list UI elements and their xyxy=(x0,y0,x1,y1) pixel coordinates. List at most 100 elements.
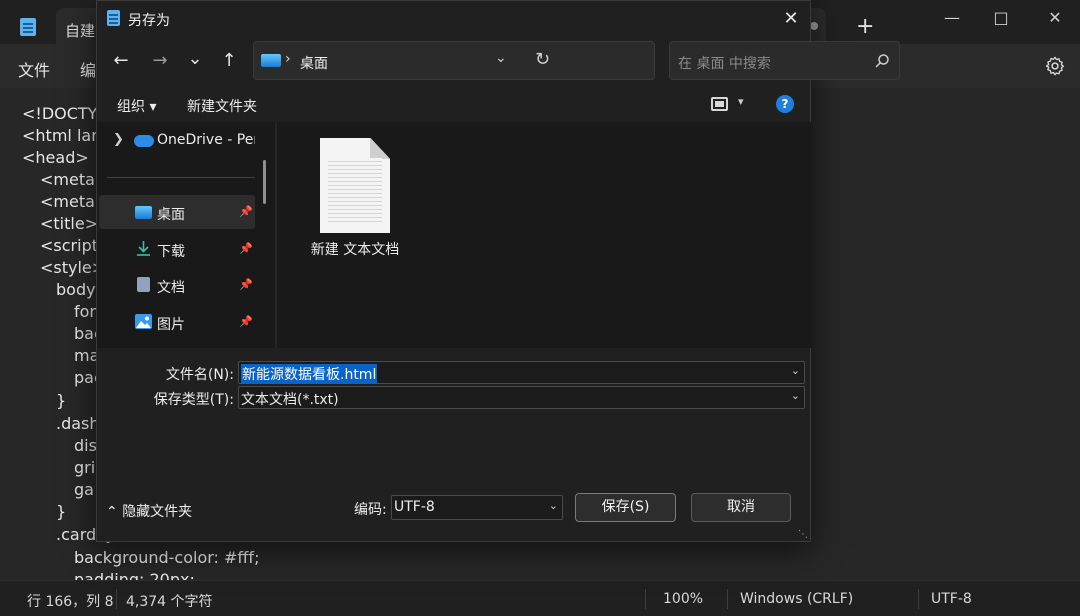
organize-menu[interactable]: 组织 ▾ xyxy=(117,96,156,116)
text-file-icon xyxy=(320,138,390,233)
filename-value: 新能源数据看板.html xyxy=(241,364,378,384)
status-encoding[interactable]: UTF-8 xyxy=(931,591,972,607)
nav-item-label: 下载 xyxy=(157,244,185,260)
filename-field[interactable]: 新能源数据看板.html ⌄ xyxy=(238,361,805,384)
nav-item-documents[interactable]: 文档 📌 xyxy=(99,268,255,302)
nav-onedrive[interactable]: OneDrive - Pers xyxy=(157,132,255,148)
nav-item-label: 文档 xyxy=(157,280,185,296)
pin-icon: 📌 xyxy=(239,242,253,255)
pin-icon: 📌 xyxy=(239,315,253,328)
encoding-dropdown-icon[interactable]: ⌄ xyxy=(549,499,558,512)
file-lines xyxy=(328,158,382,224)
filetype-select[interactable]: 文本文档(*.txt) ⌄ xyxy=(238,386,805,409)
pictures-icon xyxy=(135,314,152,329)
code-line: .dash xyxy=(56,414,100,433)
filename-dropdown-icon[interactable]: ⌄ xyxy=(791,364,800,377)
code-line: body xyxy=(56,280,96,299)
menu-edit[interactable]: 编 xyxy=(80,57,96,81)
code-line: } xyxy=(56,502,67,521)
dialog-title: 另存为 xyxy=(128,13,170,29)
encoding-label: 编码: xyxy=(354,502,387,518)
navigation-pane: ❯ OneDrive - Pers 桌面 📌 下载 📌 文档 📌 xyxy=(97,122,277,348)
code-line: for xyxy=(74,302,96,321)
download-icon xyxy=(137,241,150,256)
code-line: <meta xyxy=(40,192,95,211)
filename-label: 文件名(N): xyxy=(165,367,234,383)
filetype-dropdown-icon[interactable]: ⌄ xyxy=(791,389,800,402)
cursor-position: 行 166，列 8 xyxy=(27,594,114,610)
new-tab-icon[interactable]: + xyxy=(856,16,874,38)
nav-item-desktop[interactable]: 桌面 📌 xyxy=(99,195,255,229)
file-name: 新建 文本文档 xyxy=(310,242,400,258)
expand-chevron-icon[interactable]: ❯ xyxy=(113,132,124,147)
dialog-app-icon xyxy=(107,10,120,26)
code-line: <script xyxy=(40,236,98,255)
nav-divider xyxy=(107,177,255,178)
search-input[interactable]: 在 桌面 中搜索 xyxy=(678,53,771,73)
document-icon xyxy=(137,277,150,292)
unsaved-dot-icon xyxy=(810,22,818,30)
nav-item-label: 图片 xyxy=(157,317,185,333)
command-bar: 组织 ▾ 新建文件夹 ▾ ? xyxy=(97,87,812,122)
hide-folders-label: 隐藏文件夹 xyxy=(122,504,193,520)
new-folder-button[interactable]: 新建文件夹 xyxy=(187,96,257,116)
encoding-value: UTF-8 xyxy=(394,499,435,515)
code-line: background-color: #fff; xyxy=(74,548,260,567)
menu-file[interactable]: 文件 xyxy=(18,57,50,81)
encoding-select[interactable]: UTF-8 ⌄ xyxy=(391,495,563,520)
pin-icon: 📌 xyxy=(239,205,253,218)
breadcrumb-chevron-icon: › xyxy=(285,51,291,67)
view-dropdown-icon[interactable]: ▾ xyxy=(738,95,744,108)
line-ending[interactable]: Windows (CRLF) xyxy=(740,591,853,607)
onedrive-cloud-icon xyxy=(134,135,154,147)
desktop-icon xyxy=(135,206,152,219)
back-arrow-icon[interactable]: ← xyxy=(107,49,135,73)
file-list: 新建 文本文档 xyxy=(277,122,812,348)
nav-item-pictures[interactable]: 图片 📌 xyxy=(99,305,255,339)
desktop-icon xyxy=(261,54,281,67)
zoom-level[interactable]: 100% xyxy=(663,591,703,607)
up-arrow-icon[interactable]: ↑ xyxy=(215,49,243,73)
cancel-button[interactable]: 取消 xyxy=(691,493,791,522)
maximize-icon[interactable]: □ xyxy=(986,6,1016,30)
minimize-icon[interactable]: — xyxy=(937,6,967,30)
status-divider xyxy=(727,589,728,609)
nav-scrollbar[interactable] xyxy=(263,160,266,204)
code-line: <meta xyxy=(40,170,95,189)
code-line: ga xyxy=(74,480,94,499)
address-dropdown-icon[interactable]: ⌄ xyxy=(495,50,507,66)
save-button[interactable]: 保存(S) xyxy=(575,493,676,522)
resize-grip-icon[interactable]: ⋱ xyxy=(798,529,808,540)
notepad-app-icon xyxy=(20,18,36,36)
breadcrumb-desktop[interactable]: 桌面 xyxy=(300,53,328,73)
code-line: <html lan xyxy=(22,126,102,145)
code-line: <!DOCTY xyxy=(22,104,98,123)
hide-folders-button[interactable]: ⌃ 隐藏文件夹 xyxy=(106,501,192,521)
nav-item-label: 桌面 xyxy=(157,207,185,223)
filetype-label: 保存类型(T): xyxy=(153,392,234,408)
address-bar[interactable]: › 桌面 ⌄ ↻ xyxy=(253,41,655,80)
help-icon[interactable]: ? xyxy=(776,95,794,113)
forward-arrow-icon[interactable]: → xyxy=(146,49,174,73)
status-divider xyxy=(116,589,117,609)
code-line: gri xyxy=(74,458,96,477)
view-options-icon[interactable] xyxy=(711,97,728,111)
code-line: dis xyxy=(74,436,97,455)
code-line: <title> xyxy=(40,214,99,233)
char-count: 4,374 个字符 xyxy=(126,594,213,610)
search-box[interactable]: 在 桌面 中搜索 xyxy=(669,41,900,80)
save-as-dialog: 另存为 ✕ ← → ⌄ ↑ › 桌面 ⌄ ↻ 在 桌面 中搜索 组织 ▾ 新建文… xyxy=(96,0,900,542)
status-divider xyxy=(918,589,919,609)
status-divider xyxy=(645,589,646,609)
settings-gear-icon[interactable] xyxy=(1044,55,1066,77)
recent-chevron-icon[interactable]: ⌄ xyxy=(181,47,209,71)
dialog-close-icon[interactable]: ✕ xyxy=(777,7,805,31)
refresh-icon[interactable]: ↻ xyxy=(535,49,550,70)
file-item[interactable]: 新建 文本文档 xyxy=(277,122,433,272)
filetype-value: 文本文档(*.txt) xyxy=(241,392,339,408)
chevron-up-icon: ⌃ xyxy=(106,504,118,520)
code-line: } xyxy=(56,391,67,410)
nav-item-downloads[interactable]: 下载 📌 xyxy=(99,232,255,266)
window-close-icon[interactable]: ✕ xyxy=(1040,6,1070,30)
code-line: <head> xyxy=(22,148,89,167)
